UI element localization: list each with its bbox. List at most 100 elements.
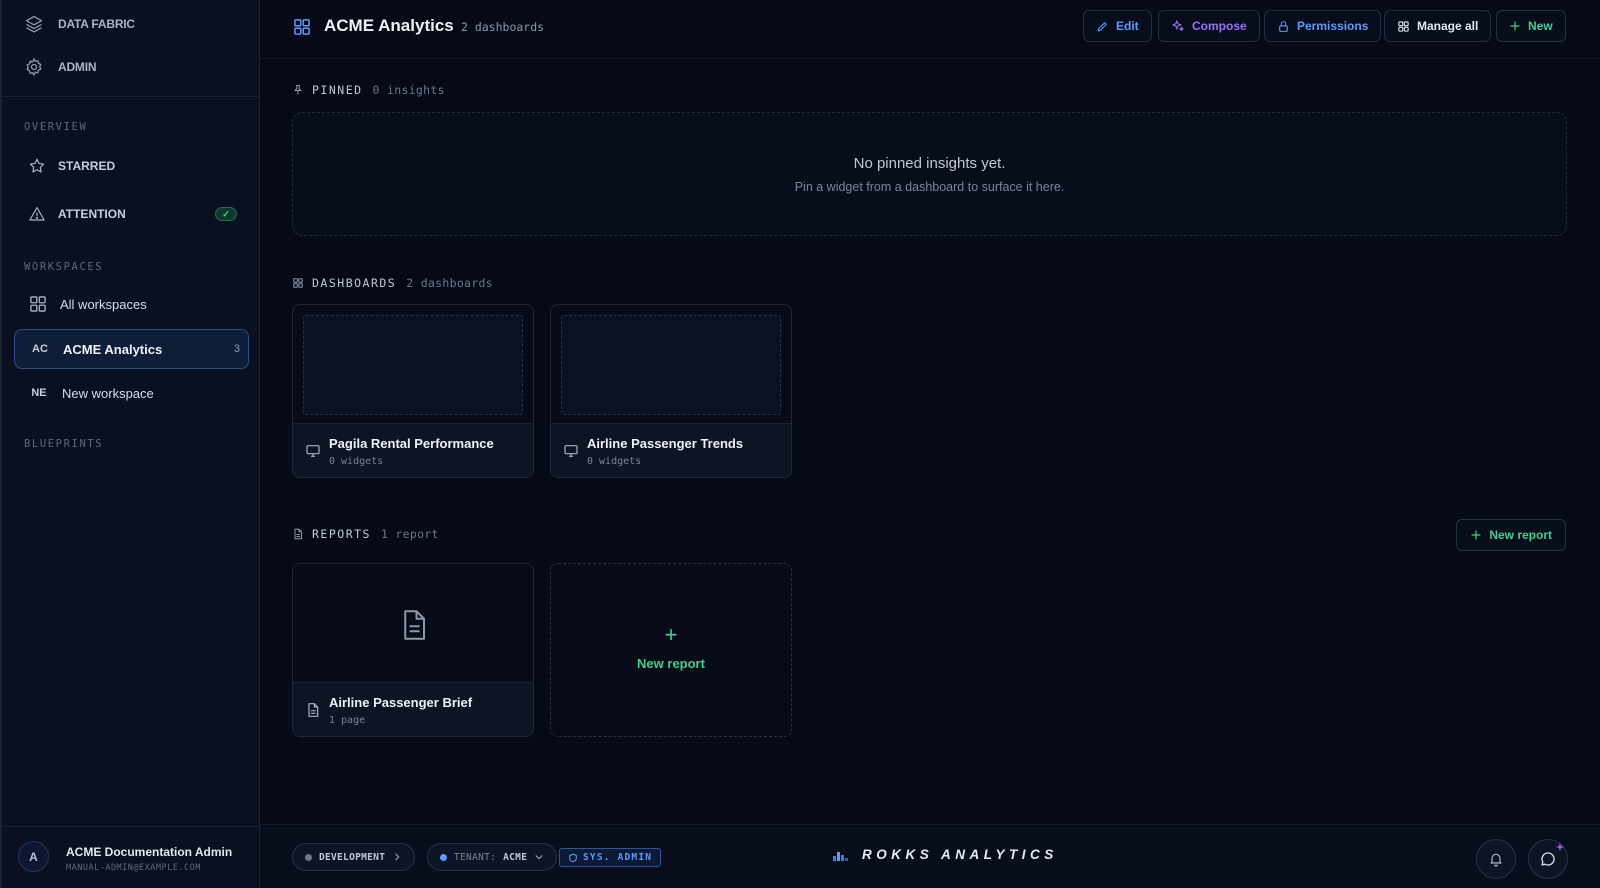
compose-button[interactable]: Compose: [1158, 10, 1260, 42]
gear-icon: [24, 57, 44, 77]
environment-switcher[interactable]: DEVELOPMENT: [292, 843, 416, 871]
manage-all-button[interactable]: Manage all: [1384, 10, 1492, 42]
grid-icon: [292, 277, 304, 289]
dashboard-thumbnail: [303, 315, 523, 415]
new-report-card[interactable]: + New report: [550, 563, 792, 737]
workspace-count: 3: [233, 343, 240, 355]
edit-button[interactable]: Edit: [1083, 10, 1152, 42]
lock-icon: [1277, 20, 1290, 33]
section-count: 2 dashboards: [406, 276, 493, 290]
sidebar-item-new-workspace[interactable]: NE New workspace: [14, 373, 249, 413]
sidebar-item-label: ADMIN: [58, 60, 97, 74]
dashboard-grid-icon: [292, 17, 312, 37]
sidebar-item-attention[interactable]: ATTENTION ✓: [14, 194, 249, 234]
sidebar-item-label: All workspaces: [60, 296, 147, 312]
sidebar-item-label: STARRED: [58, 159, 116, 173]
star-icon: [28, 157, 46, 175]
empty-state-description: Pin a widget from a dashboard to surface…: [794, 180, 1065, 194]
warning-icon: [28, 205, 46, 223]
section-label-blueprints: BLUEPRINTS: [24, 438, 104, 450]
document-icon: [399, 608, 429, 642]
tenant-label: TENANT:: [454, 851, 497, 863]
sidebar-item-all-workspaces[interactable]: All workspaces: [14, 284, 249, 324]
new-button[interactable]: New: [1496, 10, 1566, 42]
top-bar: ACME Analytics 2 dashboards Edit Compose…: [260, 0, 1600, 59]
dashboards-section-heading: DASHBOARDS 2 dashboards: [292, 276, 493, 290]
sidebar-item-acme-analytics[interactable]: AC ACME Analytics 3: [14, 329, 249, 369]
sidebar-item-label: DATA FABRIC: [58, 17, 135, 31]
permissions-button-label: Permissions: [1297, 19, 1369, 33]
plus-icon: [1470, 529, 1482, 541]
section-count: 0 insights: [372, 83, 445, 97]
role-label: SYS. ADMIN: [583, 852, 653, 863]
pinned-empty-state: No pinned insights yet. Pin a widget fro…: [292, 112, 1567, 236]
bar-chart-icon: [832, 848, 850, 862]
edit-button-label: Edit: [1116, 19, 1139, 33]
sidebar-item-starred[interactable]: STARRED: [14, 146, 249, 186]
monitor-icon: [563, 443, 579, 459]
grid-icon: [1397, 20, 1410, 33]
pin-icon: [292, 84, 304, 96]
brand-name: ROKKS ANALYTICS: [862, 847, 1058, 862]
plus-icon: +: [664, 622, 678, 647]
card-footer: Pagila Rental Performance 0 widgets: [293, 423, 533, 477]
dashboard-card[interactable]: Airline Passenger Trends 0 widgets: [550, 304, 792, 478]
dashboard-thumbnail: [561, 315, 781, 415]
bell-icon: [1488, 851, 1504, 867]
avatar[interactable]: A: [18, 841, 49, 872]
monitor-icon: [305, 443, 321, 459]
status-badge: ✓: [215, 207, 237, 221]
environment-label: DEVELOPMENT: [319, 851, 386, 863]
dashboard-meta: 0 widgets: [587, 456, 642, 467]
sparkle-icon: [1171, 19, 1185, 33]
card-footer: Airline Passenger Brief 1 page: [293, 682, 533, 736]
dashboard-meta: 0 widgets: [329, 456, 384, 467]
shield-icon: [568, 853, 578, 863]
dashboard-name: Airline Passenger Trends: [587, 436, 744, 451]
grid-icon: [28, 294, 48, 314]
dashboard-name: Pagila Rental Performance: [329, 436, 494, 451]
section-title: DASHBOARDS: [312, 276, 397, 290]
notifications-button[interactable]: [1476, 839, 1516, 879]
report-meta: 1 page: [329, 715, 366, 726]
user-profile[interactable]: A ACME Documentation Admin MANUAL-ADMIN@…: [2, 826, 259, 888]
new-button-label: New: [1528, 19, 1553, 33]
dashboard-card[interactable]: Pagila Rental Performance 0 widgets: [292, 304, 534, 478]
chevron-down-icon: [534, 852, 544, 862]
section-title: REPORTS: [312, 527, 371, 541]
manage-all-button-label: Manage all: [1417, 19, 1479, 33]
user-email: MANUAL-ADMIN@EXAMPLE.COM: [66, 863, 201, 873]
workspace-abbr: AC: [32, 343, 48, 355]
assistant-chat-button[interactable]: [1528, 839, 1568, 879]
section-title: PINNED: [312, 83, 363, 97]
section-count: 1 report: [380, 527, 439, 541]
sidebar-item-label: ATTENTION: [58, 207, 126, 221]
compose-button-label: Compose: [1192, 19, 1247, 33]
status-dot: [440, 853, 447, 861]
sidebar-item-admin[interactable]: ADMIN: [24, 57, 97, 77]
pinned-section-heading: PINNED 0 insights: [292, 83, 445, 97]
permissions-button[interactable]: Permissions: [1264, 10, 1382, 42]
pencil-icon: [1096, 20, 1109, 33]
empty-state-title: No pinned insights yet.: [853, 155, 1006, 172]
card-footer: Airline Passenger Trends 0 widgets: [551, 423, 791, 477]
report-card[interactable]: Airline Passenger Brief 1 page: [292, 563, 534, 737]
page-title: ACME Analytics: [324, 16, 454, 35]
layers-icon: [24, 14, 44, 34]
sidebar-item-label: ACME Analytics: [63, 341, 163, 357]
role-badge: SYS. ADMIN: [559, 848, 662, 867]
section-label-overview: OVERVIEW: [24, 121, 88, 133]
sidebar-item-label: New workspace: [62, 385, 154, 401]
document-icon: [292, 528, 304, 540]
new-report-button[interactable]: New report: [1456, 519, 1566, 551]
page-subtitle: 2 dashboards: [461, 20, 545, 34]
workspace-abbr: NE: [31, 387, 47, 399]
status-bar: DEVELOPMENT TENANT: ACME SYS. ADMIN ROKK…: [260, 824, 1600, 888]
section-label-workspaces: WORKSPACES: [24, 261, 104, 273]
tenant-selector[interactable]: TENANT: ACME: [427, 843, 558, 871]
tenant-value: ACME: [503, 851, 528, 863]
new-report-card-label: New report: [637, 656, 705, 671]
sidebar: DATA FABRIC ADMIN OVERVIEW STARRED ATTEN…: [0, 0, 260, 888]
document-icon: [305, 702, 321, 718]
sidebar-item-data-fabric[interactable]: DATA FABRIC: [24, 14, 135, 34]
